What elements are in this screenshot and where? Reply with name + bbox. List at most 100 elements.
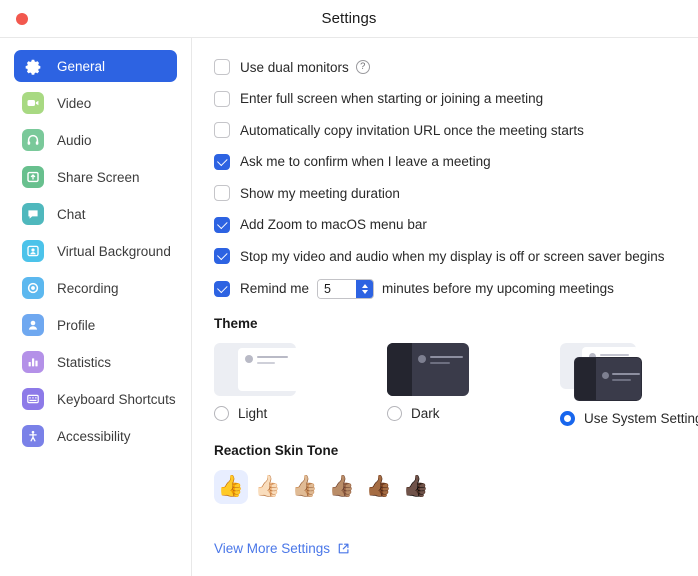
sidebar-item-label: Share Screen [57,169,140,185]
remind-suffix-label: minutes before my upcoming meetings [382,281,614,296]
theme-label: Light [238,405,268,421]
gear-icon [22,55,44,77]
checkbox-row-enter-full-screen[interactable]: Enter full screen when starting or joini… [214,90,676,108]
sidebar-item-statistics[interactable]: Statistics [14,346,177,378]
checkbox-confirm-leave-meeting[interactable] [214,153,230,170]
checkbox-label: Automatically copy invitation URL once t… [240,122,584,138]
sidebar-item-virtual-background[interactable]: Virtual Background [14,235,177,267]
theme-section-heading: Theme [214,315,258,331]
headphones-icon [22,129,44,151]
radio-dark[interactable] [387,405,402,421]
sidebar-item-audio[interactable]: Audio [14,124,177,156]
person-icon [22,314,44,336]
theme-label: Use System Setting [584,410,698,426]
checkbox-stop-video-audio[interactable] [214,248,230,264]
chevron-up-icon[interactable] [361,283,368,288]
light-theme-preview[interactable] [214,342,296,396]
sidebar-item-label: Virtual Background [57,243,171,259]
checkbox-row-show-meeting-duration[interactable]: Show my meeting duration [214,184,676,202]
skin-tone-options: 👍 👍🏻 👍🏼 👍🏽 👍🏾 👍🏿 [214,469,676,504]
general-settings-panel: Use dual monitors ? Enter full screen wh… [192,38,698,576]
title-bar: Settings [0,0,698,38]
checkbox-row-add-zoom-menu-bar[interactable]: Add Zoom to macOS menu bar [214,216,676,234]
checkbox-row-remind-me[interactable]: Remind me 5 minutes before my upcoming m… [214,278,676,299]
view-more-settings-label: View More Settings [214,541,331,556]
sidebar-item-share-screen[interactable]: Share Screen [14,161,177,193]
theme-label: Dark [411,405,440,421]
sidebar-item-label: General [57,58,106,74]
radio-light[interactable] [214,405,229,421]
checkbox-label: Enter full screen when starting or joini… [240,91,544,106]
stepper-arrows[interactable] [356,279,374,298]
accessibility-icon [22,425,44,447]
sidebar-item-keyboard-shortcuts[interactable]: Keyboard Shortcuts [14,383,177,415]
checkbox-label: Show my meeting duration [240,185,400,201]
virtual-background-icon [22,240,44,262]
checkbox-label: Stop my video and audio when my display … [240,248,665,264]
checkbox-label: Ask me to confirm when I leave a meeting [240,154,491,169]
sidebar-item-label: Keyboard Shortcuts [57,391,176,407]
sidebar-item-label: Recording [57,280,119,296]
sidebar-item-accessibility[interactable]: Accessibility [14,420,177,452]
theme-option-light[interactable]: Light [214,342,301,426]
checkbox-row-stop-video-audio[interactable]: Stop my video and audio when my display … [214,247,676,265]
settings-sidebar: General Video Audio Share Screen Chat Vi… [0,38,192,576]
dark-theme-preview[interactable] [387,342,469,396]
thumbs-up-dark-icon[interactable]: 👍🏿 [399,470,433,504]
sidebar-item-general[interactable]: General [14,50,177,82]
theme-options: Light Dark Use System Setting [214,342,698,426]
theme-radio-row-dark[interactable]: Dark [387,405,474,421]
checkbox-label: Use dual monitors [240,59,349,75]
view-more-settings-link[interactable]: View More Settings [214,541,350,556]
sidebar-item-video[interactable]: Video [14,87,177,119]
sidebar-item-label: Chat [57,206,86,222]
record-circle-icon [22,277,44,299]
checkbox-use-dual-monitors[interactable] [214,59,230,75]
checkbox-row-use-dual-monitors[interactable]: Use dual monitors ? [214,58,676,76]
theme-option-system[interactable]: Use System Setting [560,342,698,426]
checkbox-remind-me[interactable] [214,280,230,297]
skin-tone-section-heading: Reaction Skin Tone [214,442,339,458]
bar-chart-icon [22,351,44,373]
thumbs-up-medium-light-icon[interactable]: 👍🏼 [288,470,322,504]
window-title: Settings [321,10,377,27]
checkbox-add-zoom-menu-bar[interactable] [214,216,230,233]
thumbs-up-medium-dark-icon[interactable]: 👍🏾 [362,470,396,504]
sidebar-item-recording[interactable]: Recording [14,272,177,304]
chat-bubble-icon [22,203,44,225]
sidebar-item-label: Audio [57,132,92,148]
settings-window: Settings General Video Audio Share Scree… [0,0,698,576]
sidebar-item-label: Accessibility [57,428,131,444]
remind-minutes-stepper[interactable]: 5 [317,278,375,299]
thumbs-up-medium-icon[interactable]: 👍🏽 [325,470,359,504]
thumbs-up-light-icon[interactable]: 👍🏻 [251,470,285,504]
sidebar-item-profile[interactable]: Profile [14,309,177,341]
window-body: General Video Audio Share Screen Chat Vi… [0,38,698,576]
checkbox-row-confirm-leave-meeting[interactable]: Ask me to confirm when I leave a meeting [214,153,676,171]
checkbox-row-copy-invitation-url[interactable]: Automatically copy invitation URL once t… [214,121,676,139]
theme-radio-row-system[interactable]: Use System Setting [560,410,698,426]
thumbs-up-default-icon[interactable]: 👍 [214,469,248,504]
close-window-button[interactable] [16,12,28,25]
traffic-light-buttons [16,12,28,25]
checkbox-show-meeting-duration[interactable] [214,185,230,201]
sidebar-item-label: Video [57,95,92,111]
theme-radio-row-light[interactable]: Light [214,405,301,421]
theme-option-dark[interactable]: Dark [387,342,474,426]
system-theme-preview[interactable] [560,342,642,401]
share-screen-icon [22,166,44,188]
keyboard-icon [22,388,44,410]
video-camera-icon [22,92,44,114]
remind-minutes-value[interactable]: 5 [318,279,357,298]
sidebar-item-label: Profile [57,317,96,333]
sidebar-item-label: Statistics [57,354,112,370]
checkbox-enter-full-screen[interactable] [214,90,230,107]
chevron-down-icon[interactable] [361,289,368,294]
checkbox-copy-invitation-url[interactable] [214,122,230,138]
radio-use-system-setting[interactable] [560,410,575,426]
sidebar-item-chat[interactable]: Chat [14,198,177,230]
help-icon[interactable]: ? [355,60,370,74]
remind-prefix-label: Remind me [240,281,310,296]
external-link-icon [337,542,350,555]
checkbox-label: Add Zoom to macOS menu bar [240,217,427,232]
